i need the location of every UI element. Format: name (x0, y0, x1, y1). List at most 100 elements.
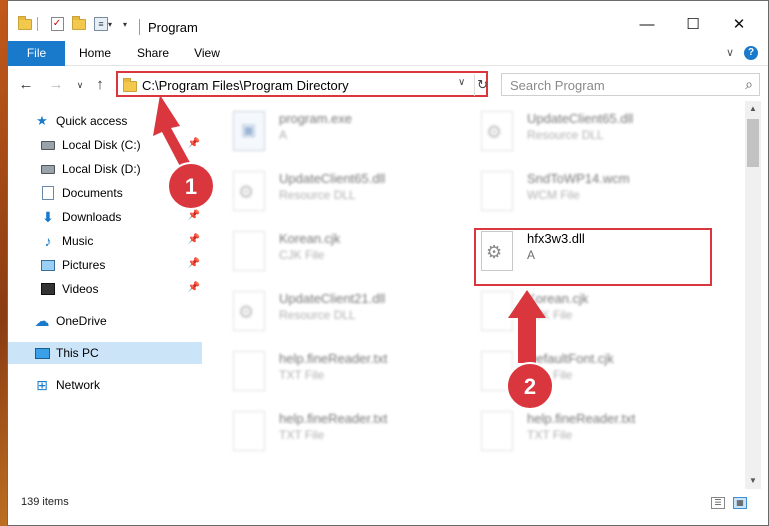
file-type: Resource DLL (279, 308, 356, 322)
sidebar-item-label: Network (56, 378, 101, 392)
file-item[interactable]: UpdateClient65.dll Resource DLL (211, 161, 451, 217)
sidebar-item-onedrive[interactable]: ☁ OneDrive (8, 310, 202, 332)
exe-file-icon (233, 111, 265, 151)
star-icon: ★ (36, 113, 48, 128)
address-path[interactable]: C:\Program Files\Program Directory (142, 78, 349, 93)
file-name: help.fineReader.txt (279, 351, 388, 366)
search-icon: ⌕ (745, 76, 753, 92)
onedrive-icon: ☁ (34, 313, 50, 330)
drive-icon (40, 138, 56, 152)
refresh-icon[interactable]: ↻ (474, 74, 488, 96)
file-item[interactable]: Korean.cjk CJK File (459, 281, 699, 337)
new-folder-quick-button[interactable] (70, 15, 88, 33)
file-item[interactable]: program.exe A (211, 101, 451, 157)
folder-icon (16, 15, 34, 33)
view-options-quick-button[interactable]: ≡ ▾ (92, 15, 114, 33)
file-icon (233, 231, 265, 271)
file-name: SndToWP14.wcm (527, 171, 630, 186)
sidebar-item-network[interactable]: ⊞ Network (8, 374, 202, 396)
sidebar-item-pictures[interactable]: Pictures 📌 (8, 254, 202, 276)
file-item[interactable]: help.fineReader.txt TXT File (459, 401, 699, 457)
pin-icon[interactable]: 📌 (188, 210, 200, 221)
file-type: TXT File (279, 368, 325, 382)
up-button[interactable]: ↑ (90, 76, 110, 94)
sidebar-item-local-disk-c[interactable]: Local Disk (C:) 📌 (8, 134, 202, 156)
file-name: help.fineReader.txt (279, 411, 388, 426)
scroll-up-icon[interactable]: ▲ (745, 101, 761, 117)
help-icon[interactable]: ? (744, 46, 758, 60)
file-icon (481, 411, 513, 451)
tab-file[interactable]: File (8, 41, 65, 66)
pin-icon[interactable]: 📌 (188, 138, 200, 149)
file-item[interactable]: UpdateClient21.dll Resource DLL (211, 281, 451, 337)
item-count: 139 items (21, 496, 69, 508)
forward-button[interactable]: → (46, 76, 66, 94)
folder-icon (123, 78, 137, 92)
sidebar-item-label: OneDrive (56, 314, 107, 328)
document-icon (40, 186, 56, 200)
pictures-icon (40, 258, 56, 272)
file-type: CJK File (527, 368, 573, 382)
sidebar-item-documents[interactable]: Documents 📌 (8, 182, 202, 204)
videos-icon (40, 282, 56, 296)
recent-locations-chevron-icon[interactable]: ∨ (70, 76, 90, 94)
music-icon: ♪ (44, 233, 52, 249)
window-title: Program (148, 20, 198, 35)
file-item[interactable]: Korean.cjk CJK File (211, 221, 451, 277)
file-item[interactable]: help.fineReader.txt TXT File (211, 341, 451, 397)
file-type: WCM File (527, 188, 580, 202)
sidebar-item-label: Local Disk (C:) (62, 138, 141, 152)
file-icon (233, 411, 265, 451)
pin-icon[interactable]: 📌 (188, 186, 200, 197)
minimize-button[interactable]: — (624, 9, 670, 39)
sidebar-item-music[interactable]: ♪ Music 📌 (8, 230, 202, 252)
dll-file-icon (233, 291, 265, 331)
scroll-thumb[interactable] (747, 119, 759, 167)
address-dropdown-chevron-icon[interactable]: ∨ (458, 77, 465, 88)
file-item[interactable]: DefaultFont.cjk CJK File (459, 341, 699, 397)
customize-toolbar-chevron-icon[interactable]: ▾ (118, 15, 132, 33)
file-type: CJK File (527, 308, 573, 322)
title-separator (139, 19, 140, 35)
expand-ribbon-chevron-icon[interactable]: ∨ (726, 46, 734, 59)
sidebar-item-label: Videos (62, 282, 99, 296)
close-button[interactable]: ✕ (716, 9, 762, 39)
tab-home[interactable]: Home (70, 41, 120, 66)
large-icons-view-icon[interactable]: ▦ (733, 497, 747, 509)
target-file-highlight (474, 228, 712, 286)
file-name: DefaultFont.cjk (527, 351, 614, 366)
sidebar-item-label: Documents (62, 186, 123, 200)
sidebar-item-label: This PC (56, 346, 99, 360)
file-name: UpdateClient65.dll (279, 171, 386, 186)
file-item[interactable]: help.fineReader.txt TXT File (211, 401, 451, 457)
scroll-down-icon[interactable]: ▼ (745, 473, 761, 489)
tab-view[interactable]: View (184, 41, 230, 66)
sidebar-item-label: Pictures (62, 258, 106, 272)
separator (36, 15, 38, 33)
file-type: TXT File (527, 428, 573, 442)
tab-share[interactable]: Share (128, 41, 178, 66)
pin-icon[interactable]: 📌 (188, 282, 200, 293)
pin-icon[interactable]: 📌 (188, 258, 200, 269)
sidebar-item-label: Music (62, 234, 94, 248)
sidebar-item-videos[interactable]: Videos 📌 (8, 278, 202, 300)
file-item[interactable]: UpdateClient65.dll Resource DLL (459, 101, 699, 157)
address-bar[interactable]: C:\Program Files\Program Directory ∨ ↻ (116, 71, 488, 97)
sidebar-item-this-pc[interactable]: This PC (8, 342, 202, 364)
file-name: UpdateClient21.dll (279, 291, 386, 306)
file-name: Korean.cjk (279, 231, 341, 246)
file-name: UpdateClient65.dll (527, 111, 634, 126)
back-button[interactable]: ← (16, 76, 36, 94)
file-item[interactable]: SndToWP14.wcm WCM File (459, 161, 699, 217)
sidebar-item-local-disk-d[interactable]: Local Disk (D:) (8, 158, 202, 180)
sidebar-item-quick-access[interactable]: ★ Quick access (8, 110, 202, 132)
navigation-pane: ★ Quick access Local Disk (C:) 📌 Local D… (8, 105, 208, 485)
sidebar-item-downloads[interactable]: ⬇ Downloads 📌 (8, 206, 202, 228)
vertical-scrollbar[interactable]: ▲ ▼ (745, 101, 761, 489)
details-view-icon[interactable]: ☰ (711, 497, 725, 509)
search-input[interactable]: Search Program ⌕ (501, 73, 760, 96)
properties-quick-button[interactable]: ✓ (48, 15, 66, 33)
pin-icon[interactable]: 📌 (188, 234, 200, 245)
maximize-button[interactable]: ☐ (670, 9, 716, 39)
file-type: Resource DLL (279, 188, 356, 202)
